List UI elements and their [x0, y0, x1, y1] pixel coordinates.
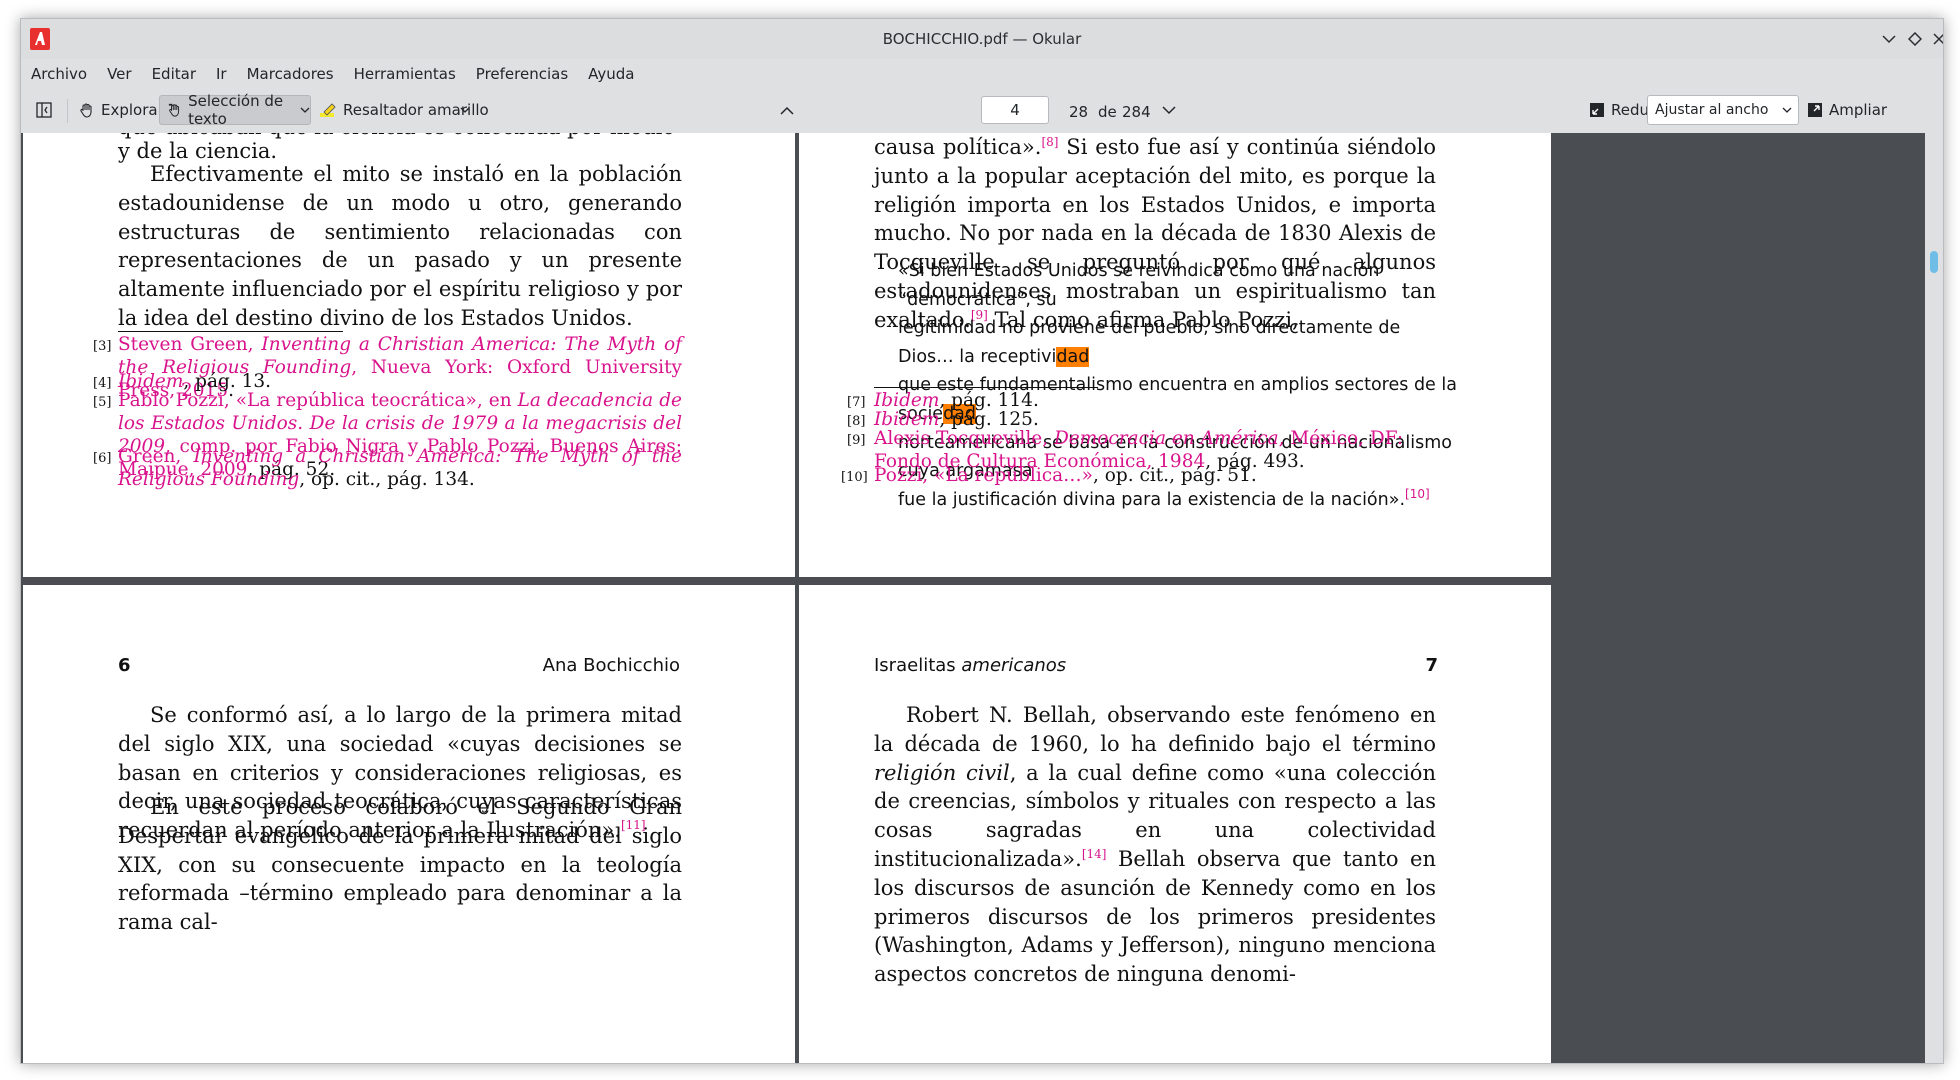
quote-line: fue la justificación divina para la exis… — [898, 486, 1430, 510]
footnote-rule — [118, 331, 343, 332]
running-head: Ana Bochicchio — [542, 655, 680, 676]
highlight-annotation[interactable]: dad — [1056, 346, 1090, 367]
quote-line: legitimidad no proviene del pueblo, sino… — [898, 318, 1401, 367]
zoom-out-icon — [1590, 103, 1604, 117]
browse-tool-label: Explorar — [101, 101, 164, 119]
paragraph: Robert N. Bellah, observando este fenóme… — [874, 703, 1436, 987]
footnote-link[interactable]: Pablo Pozzi, «La república teocrática», … — [118, 390, 518, 411]
footnote-number: [8] — [847, 414, 866, 429]
running-head: Israelitas americanos — [874, 655, 1067, 676]
zoom-in-button[interactable]: Ampliar — [1807, 95, 1887, 125]
paragraph: En este proceso colaboró el Segundo Gran… — [118, 795, 682, 935]
menu-ver[interactable]: Ver — [97, 59, 142, 89]
quote-line: «Si bien Estados Unidos se reivindica co… — [898, 261, 1380, 310]
chevron-down-icon — [1162, 105, 1176, 114]
page-label-number: 28 — [1069, 103, 1089, 121]
page-number: 7 — [1425, 655, 1438, 676]
selection-mode-dropdown[interactable] — [297, 95, 313, 125]
footnote-number: [3] — [93, 339, 112, 354]
menu-archivo[interactable]: Archivo — [21, 59, 97, 89]
page-number-input[interactable] — [981, 96, 1049, 124]
close-icon[interactable] — [1929, 29, 1943, 49]
menu-preferencias[interactable]: Preferencias — [466, 59, 578, 89]
footnote-link[interactable]: Green, — [118, 446, 193, 467]
page-left-top: que ubicaban que la ciencia es concebida… — [23, 133, 795, 577]
page-7: Israelitas americanos 7 Robert N. Bellah… — [799, 585, 1551, 1063]
menu-marcadores[interactable]: Marcadores — [237, 59, 344, 89]
maximize-icon[interactable] — [1905, 29, 1925, 49]
chevron-down-icon — [300, 107, 310, 113]
annotation-dropdown[interactable] — [457, 95, 473, 125]
window-title: BOCHICCHIO.pdf — Okular — [882, 30, 1082, 48]
next-page-button[interactable] — [1159, 95, 1179, 125]
footnote-rule — [874, 387, 1098, 388]
browse-tool-button[interactable]: Explorar — [75, 95, 168, 125]
sidebar-toggle-button[interactable] — [29, 95, 59, 125]
title-bar: BOCHICCHIO.pdf — Okular — [21, 19, 1943, 59]
paragraph: Efectivamente el mito se instaló en la p… — [118, 162, 682, 330]
footnote-6[interactable]: Green, Inventing a Christian America: Th… — [118, 445, 682, 491]
vertical-scrollbar[interactable] — [1925, 133, 1943, 1063]
of-label: de — [1098, 103, 1117, 121]
sidebar-toggle-icon — [36, 102, 52, 118]
okular-window: BOCHICCHIO.pdf — Okular Archivo Ver Edit… — [20, 18, 1944, 1064]
zoom-in-icon — [1808, 103, 1822, 117]
text-selection-tool-button[interactable]: Selección de texto — [159, 92, 311, 128]
scrollbar-thumb[interactable] — [1930, 251, 1938, 273]
footnote-link[interactable]: Steven Green, — [118, 334, 261, 355]
footnote-number: [10] — [841, 470, 868, 485]
highlighter-icon — [320, 103, 336, 117]
main-toolbar: Explorar Selección de texto Resaltador a… — [21, 89, 1943, 134]
menu-ir[interactable]: Ir — [206, 59, 237, 89]
page-right-top: causa política».[8] Si esto fue así y co… — [799, 133, 1551, 577]
menu-editar[interactable]: Editar — [142, 59, 206, 89]
footnote-ref[interactable]: [14] — [1082, 847, 1107, 861]
footnote-number: [6] — [93, 451, 112, 466]
footnote-rest: , op. cit., pág. 134. — [299, 469, 475, 490]
menu-bar: Archivo Ver Editar Ir Marcadores Herrami… — [21, 59, 1943, 89]
footnote-number: [9] — [847, 433, 866, 448]
total-pages: 284 — [1122, 103, 1151, 121]
footnote-rest: , op. cit., pág. 51. — [1092, 465, 1257, 486]
page-number: 6 — [118, 655, 131, 676]
text-cursor-hand-icon — [168, 103, 180, 117]
footnote-10[interactable]: Pozzi, «La república…», op. cit., pág. 5… — [874, 464, 1436, 487]
menu-ayuda[interactable]: Ayuda — [578, 59, 644, 89]
text-selection-label: Selección de texto — [188, 92, 284, 128]
footnote-ref[interactable]: [10] — [1405, 487, 1430, 501]
footnote-number: [7] — [847, 395, 866, 410]
footnote-number: [4] — [93, 376, 112, 391]
chevron-down-icon — [460, 107, 470, 113]
previous-page-button[interactable] — [777, 95, 797, 125]
footnote-number: [5] — [93, 395, 112, 410]
chevron-down-icon — [1782, 96, 1792, 124]
minimize-icon[interactable] — [1879, 29, 1899, 49]
zoom-mode-value: Ajustar al ancho — [1655, 102, 1769, 118]
footnote-title[interactable]: Democracia en América — [1054, 428, 1279, 449]
footnote-ref[interactable]: [8] — [1041, 135, 1058, 149]
footnote-link[interactable]: Alexis Tocqueville, — [874, 428, 1054, 449]
footnote-link[interactable]: Pozzi, «La república…» — [874, 465, 1093, 486]
menu-herramientas[interactable]: Herramientas — [344, 59, 466, 89]
page-6: 6 Ana Bochicchio Se conformó así, a lo l… — [23, 585, 795, 1063]
document-view[interactable]: que ubicaban que la ciencia es concebida… — [21, 133, 1943, 1063]
chevron-up-icon — [780, 106, 794, 115]
hand-icon — [80, 103, 92, 118]
zoom-mode-select[interactable]: Ajustar al ancho — [1647, 95, 1799, 125]
zoom-in-label: Ampliar — [1829, 101, 1888, 119]
